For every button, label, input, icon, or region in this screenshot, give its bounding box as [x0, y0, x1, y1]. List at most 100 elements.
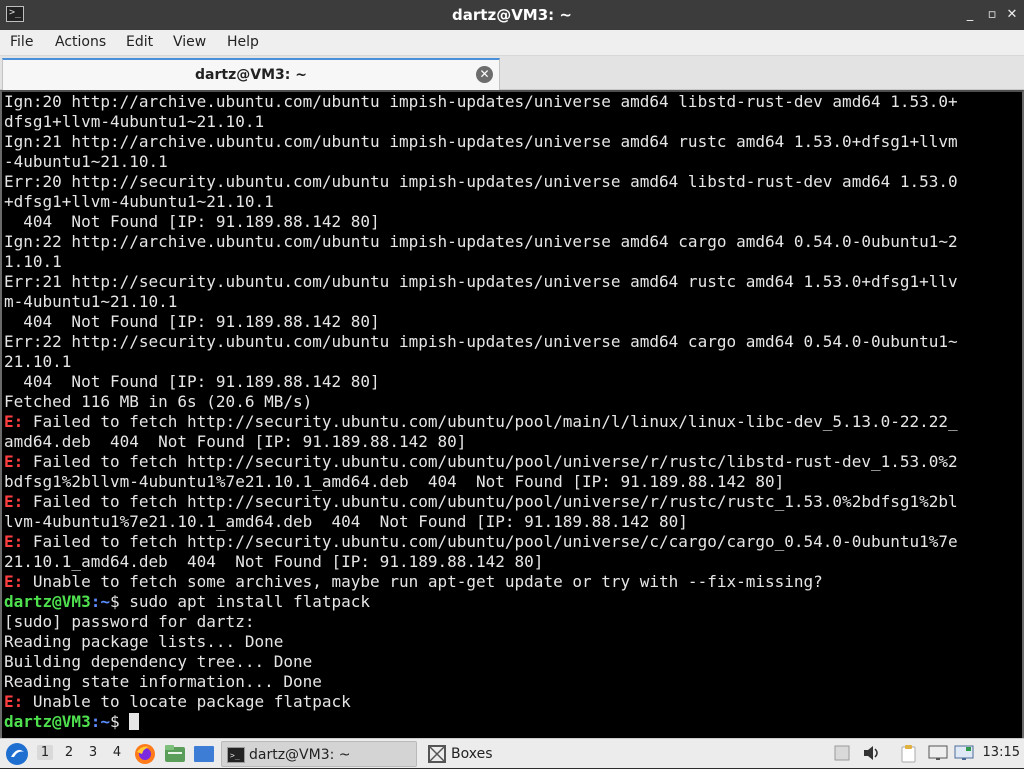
taskbar: 1234 >_ dartz@VM3: ~ Boxes 13:15: [0, 738, 1024, 768]
clock[interactable]: 13:15: [983, 745, 1020, 760]
terminal-line: Fetched 116 MB in 6s (20.6 MB/s): [4, 392, 312, 412]
terminal-line: Reading package lists... Done: [4, 632, 283, 652]
terminal-line: E: Failed to fetch http://security.ubunt…: [4, 412, 958, 432]
svg-text:>_: >_: [230, 751, 240, 760]
terminal-text: Failed to fetch http://security.ubuntu.c…: [23, 532, 958, 551]
minimize-button[interactable]: _: [962, 7, 978, 23]
error-prefix: E:: [4, 692, 24, 711]
menu-view[interactable]: View: [173, 34, 206, 50]
file-manager-icon: [165, 745, 185, 762]
window-title: dartz@VM3: ~: [452, 6, 572, 24]
prompt-cwd: :~: [90, 592, 110, 611]
terminal-line: -4ubuntu1~21.10.1: [4, 152, 168, 172]
tab-close-button[interactable]: ✕: [476, 66, 493, 83]
terminal-text: Building dependency tree... Done: [4, 652, 313, 671]
tab-terminal[interactable]: dartz@VM3: ~ ✕: [2, 58, 500, 90]
terminal-text: Failed to fetch http://security.ubuntu.c…: [23, 492, 958, 511]
terminal-line: 404 Not Found [IP: 91.189.88.142 80]: [4, 312, 380, 332]
terminal-line: Ign:21 http://archive.ubuntu.com/ubuntu …: [4, 132, 958, 152]
terminal-line: Ign:22 http://archive.ubuntu.com/ubuntu …: [4, 232, 958, 252]
menu-actions[interactable]: Actions: [55, 34, 106, 50]
terminal-output[interactable]: Ign:20 http://archive.ubuntu.com/ubuntu …: [0, 90, 1024, 738]
terminal-line: E: Failed to fetch http://security.ubunt…: [4, 492, 958, 512]
terminal-line: m-4ubuntu1~21.10.1: [4, 292, 177, 312]
terminal-line: dartz@VM3:~$ sudo apt install flatpack: [4, 592, 370, 612]
terminal-line: E: Failed to fetch http://security.ubunt…: [4, 452, 958, 472]
firefox-launcher[interactable]: [133, 739, 157, 769]
window-titlebar[interactable]: >_ dartz@VM3: ~ _ ▫ ✕: [0, 0, 1024, 30]
task-terminal[interactable]: >_ dartz@VM3: ~: [221, 741, 417, 767]
prompt-user-host: dartz@VM3: [4, 592, 91, 611]
terminal-line: 404 Not Found [IP: 91.189.88.142 80]: [4, 372, 380, 392]
terminal-text: Reading state information... Done: [4, 672, 322, 691]
terminal-text: 404 Not Found [IP: 91.189.88.142 80]: [4, 312, 380, 331]
task-boxes-label: Boxes: [451, 746, 493, 762]
terminal-text: m-4ubuntu1~21.10.1: [4, 292, 178, 311]
terminal-text: Reading package lists... Done: [4, 632, 284, 651]
close-window-button[interactable]: ✕: [1004, 7, 1020, 23]
prompt-cwd: :~: [90, 712, 110, 731]
terminal-text: 21.10.1_amd64.deb 404 Not Found [IP: 91.…: [4, 552, 544, 571]
clipboard-icon[interactable]: [900, 745, 918, 767]
terminal-text: Fetched 116 MB in 6s (20.6 MB/s): [4, 392, 313, 411]
lubuntu-logo-icon: [6, 743, 28, 765]
workspace-3[interactable]: 3: [85, 745, 101, 760]
terminal-line: 1.10.1: [4, 252, 62, 272]
terminal-line: [sudo] password for dartz:: [4, 612, 254, 632]
show-desktop-button[interactable]: [192, 739, 216, 769]
boxes-icon: [428, 745, 446, 763]
terminal-line: 21.10.1: [4, 352, 71, 372]
menu-edit[interactable]: Edit: [126, 34, 153, 50]
desktop-icon: [194, 746, 214, 762]
terminal-text: lvm-4ubuntu1%7e21.10.1_amd64.deb 404 Not…: [4, 512, 688, 531]
volume-icon[interactable]: [863, 745, 881, 765]
error-prefix: E:: [4, 492, 24, 511]
terminal-line: E: Unable to locate package flatpack: [4, 692, 351, 712]
terminal-line: dartz@VM3:~$: [4, 712, 140, 732]
menu-file[interactable]: File: [10, 34, 33, 50]
terminal-text: amd64.deb 404 Not Found [IP: 91.189.88.1…: [4, 432, 467, 451]
terminal-line: Err:20 http://security.ubuntu.com/ubuntu…: [4, 172, 958, 192]
workspace-4[interactable]: 4: [109, 745, 125, 760]
terminal-text: Failed to fetch http://security.ubuntu.c…: [23, 412, 958, 431]
firefox-icon: [135, 744, 155, 764]
tab-label: dartz@VM3: ~: [195, 67, 307, 83]
maximize-button[interactable]: ▫: [984, 7, 1000, 23]
terminal-line: Reading state information... Done: [4, 672, 322, 692]
error-prefix: E:: [4, 412, 24, 431]
network-icon[interactable]: [954, 745, 974, 765]
workspace-1[interactable]: 1: [37, 745, 53, 760]
app-menu-button[interactable]: [4, 739, 30, 769]
terminal-text: Unable to locate package flatpack: [23, 692, 351, 711]
terminal-line: 21.10.1_amd64.deb 404 Not Found [IP: 91.…: [4, 552, 543, 572]
terminal-task-icon: >_: [227, 747, 245, 763]
terminal-text: dfsg1+llvm-4ubuntu1~21.10.1: [4, 112, 265, 131]
file-manager-launcher[interactable]: [163, 739, 187, 769]
terminal-line: +dfsg1+llvm-4ubuntu1~21.10.1: [4, 192, 274, 212]
terminal-line: Err:22 http://security.ubuntu.com/ubuntu…: [4, 332, 958, 352]
terminal-text: [sudo] password for dartz:: [4, 612, 255, 631]
terminal-text: Err:21 http://security.ubuntu.com/ubuntu…: [4, 272, 958, 291]
terminal-text: 404 Not Found [IP: 91.189.88.142 80]: [4, 212, 380, 231]
terminal-line: E: Failed to fetch http://security.ubunt…: [4, 532, 958, 552]
error-prefix: E:: [4, 532, 24, 551]
terminal-text: $: [109, 712, 130, 731]
terminal-text: 21.10.1: [4, 352, 72, 371]
tray-stop-icon[interactable]: [834, 745, 850, 765]
workspace-2[interactable]: 2: [61, 745, 77, 760]
terminal-line: dfsg1+llvm-4ubuntu1~21.10.1: [4, 112, 264, 132]
terminal-text: Err:22 http://security.ubuntu.com/ubuntu…: [4, 332, 958, 351]
menu-help[interactable]: Help: [227, 34, 259, 50]
terminal-line: bdfsg1%2bllvm-4ubuntu1%7e21.10.1_amd64.d…: [4, 472, 784, 492]
display-icon[interactable]: [928, 745, 948, 765]
task-boxes[interactable]: Boxes: [422, 741, 598, 767]
terminal-text: Ign:20 http://archive.ubuntu.com/ubuntu …: [4, 92, 958, 111]
terminal-line: Err:21 http://security.ubuntu.com/ubuntu…: [4, 272, 958, 292]
terminal-line: Ign:20 http://archive.ubuntu.com/ubuntu …: [4, 92, 958, 112]
terminal-text: -4ubuntu1~21.10.1: [4, 152, 168, 171]
terminal-text: Unable to fetch some archives, maybe run…: [23, 572, 823, 591]
task-terminal-label: dartz@VM3: ~: [249, 747, 351, 763]
terminal-line: 404 Not Found [IP: 91.189.88.142 80]: [4, 212, 380, 232]
terminal-text: 404 Not Found [IP: 91.189.88.142 80]: [4, 372, 380, 391]
tab-bar: dartz@VM3: ~ ✕: [0, 56, 1024, 90]
